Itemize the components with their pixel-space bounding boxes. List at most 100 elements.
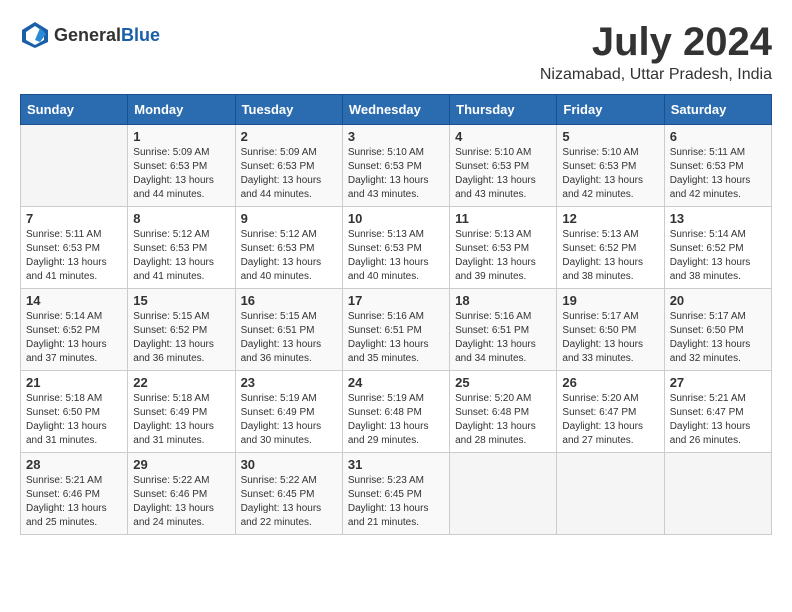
calendar-week-row: 14Sunrise: 5:14 AM Sunset: 6:52 PM Dayli… — [21, 289, 772, 371]
calendar-cell: 27Sunrise: 5:21 AM Sunset: 6:47 PM Dayli… — [664, 371, 771, 453]
day-info: Sunrise: 5:15 AM Sunset: 6:51 PM Dayligh… — [241, 310, 337, 366]
calendar-body: 1 Sunrise: 5:09 AM Sunset: 6:53 PM Daylig… — [21, 125, 772, 535]
day-info: Sunrise: 5:10 AM Sunset: 6:53 PM Dayligh… — [562, 146, 658, 202]
day-info: Sunrise: 5:13 AM Sunset: 6:53 PM Dayligh… — [348, 228, 444, 284]
day-of-week-header: Thursday — [450, 95, 557, 125]
day-info: Sunrise: 5:09 AM Sunset: 6:53 PM Dayligh… — [241, 146, 337, 202]
day-info: Sunrise: 5:19 AM Sunset: 6:48 PM Dayligh… — [348, 392, 444, 448]
day-number: 29 — [133, 457, 229, 472]
calendar-cell: 5 Sunrise: 5:10 AM Sunset: 6:53 PM Daylig… — [557, 125, 664, 207]
day-info: Sunrise: 5:20 AM Sunset: 6:48 PM Dayligh… — [455, 392, 551, 448]
calendar-cell: 1 Sunrise: 5:09 AM Sunset: 6:53 PM Daylig… — [128, 125, 235, 207]
day-number: 3 — [348, 129, 444, 144]
calendar-cell — [557, 453, 664, 535]
day-number: 13 — [670, 211, 766, 226]
days-of-week-row: SundayMondayTuesdayWednesdayThursdayFrid… — [21, 95, 772, 125]
day-info: Sunrise: 5:15 AM Sunset: 6:52 PM Dayligh… — [133, 310, 229, 366]
day-number: 20 — [670, 293, 766, 308]
day-number: 6 — [670, 129, 766, 144]
logo: GeneralBlue — [20, 20, 160, 50]
calendar-cell: 26 Sunrise: 5:20 AM Sunset: 6:47 PM Dayli… — [557, 371, 664, 453]
day-info: Sunrise: 5:09 AM Sunset: 6:53 PM Dayligh… — [133, 146, 229, 202]
calendar-week-row: 1 Sunrise: 5:09 AM Sunset: 6:53 PM Daylig… — [21, 125, 772, 207]
day-info: Sunrise: 5:19 AM Sunset: 6:49 PM Dayligh… — [241, 392, 337, 448]
day-info: Sunrise: 5:22 AM Sunset: 6:45 PM Dayligh… — [241, 474, 337, 530]
calendar-cell: 29 Sunrise: 5:22 AM Sunset: 6:46 PM Dayli… — [128, 453, 235, 535]
day-number: 10 — [348, 211, 444, 226]
day-number: 8 — [133, 211, 229, 226]
calendar-cell: 20 Sunrise: 5:17 AM Sunset: 6:50 PM Dayli… — [664, 289, 771, 371]
logo-general: General — [54, 25, 121, 45]
calendar-cell: 22 Sunrise: 5:18 AM Sunset: 6:49 PM Dayli… — [128, 371, 235, 453]
calendar-cell: 16 Sunrise: 5:15 AM Sunset: 6:51 PM Dayli… — [235, 289, 342, 371]
calendar-cell — [450, 453, 557, 535]
day-info: Sunrise: 5:13 AM Sunset: 6:53 PM Dayligh… — [455, 228, 551, 284]
calendar-cell: 28Sunrise: 5:21 AM Sunset: 6:46 PM Dayli… — [21, 453, 128, 535]
calendar-cell: 25Sunrise: 5:20 AM Sunset: 6:48 PM Dayli… — [450, 371, 557, 453]
day-info: Sunrise: 5:21 AM Sunset: 6:46 PM Dayligh… — [26, 474, 122, 530]
day-info: Sunrise: 5:23 AM Sunset: 6:45 PM Dayligh… — [348, 474, 444, 530]
calendar-week-row: 21Sunrise: 5:18 AM Sunset: 6:50 PM Dayli… — [21, 371, 772, 453]
day-number: 2 — [241, 129, 337, 144]
calendar-cell: 10 Sunrise: 5:13 AM Sunset: 6:53 PM Dayli… — [342, 207, 449, 289]
day-number: 18 — [455, 293, 551, 308]
day-number: 4 — [455, 129, 551, 144]
day-number: 27 — [670, 375, 766, 390]
calendar-cell — [21, 125, 128, 207]
day-of-week-header: Tuesday — [235, 95, 342, 125]
day-number: 16 — [241, 293, 337, 308]
day-info: Sunrise: 5:18 AM Sunset: 6:49 PM Dayligh… — [133, 392, 229, 448]
day-number: 15 — [133, 293, 229, 308]
calendar-cell: 21Sunrise: 5:18 AM Sunset: 6:50 PM Dayli… — [21, 371, 128, 453]
calendar-cell: 23 Sunrise: 5:19 AM Sunset: 6:49 PM Dayli… — [235, 371, 342, 453]
calendar-cell: 31 Sunrise: 5:23 AM Sunset: 6:45 PM Dayli… — [342, 453, 449, 535]
day-info: Sunrise: 5:18 AM Sunset: 6:50 PM Dayligh… — [26, 392, 122, 448]
day-number: 12 — [562, 211, 658, 226]
day-number: 31 — [348, 457, 444, 472]
day-info: Sunrise: 5:17 AM Sunset: 6:50 PM Dayligh… — [670, 310, 766, 366]
day-of-week-header: Saturday — [664, 95, 771, 125]
day-info: Sunrise: 5:10 AM Sunset: 6:53 PM Dayligh… — [455, 146, 551, 202]
calendar-cell: 2 Sunrise: 5:09 AM Sunset: 6:53 PM Daylig… — [235, 125, 342, 207]
day-info: Sunrise: 5:12 AM Sunset: 6:53 PM Dayligh… — [133, 228, 229, 284]
day-number: 23 — [241, 375, 337, 390]
month-year: July 2024 — [540, 20, 772, 64]
day-number: 1 — [133, 129, 229, 144]
calendar-cell: 12Sunrise: 5:13 AM Sunset: 6:52 PM Dayli… — [557, 207, 664, 289]
day-info: Sunrise: 5:14 AM Sunset: 6:52 PM Dayligh… — [670, 228, 766, 284]
day-number: 17 — [348, 293, 444, 308]
day-info: Sunrise: 5:22 AM Sunset: 6:46 PM Dayligh… — [133, 474, 229, 530]
day-info: Sunrise: 5:11 AM Sunset: 6:53 PM Dayligh… — [26, 228, 122, 284]
day-of-week-header: Wednesday — [342, 95, 449, 125]
day-number: 19 — [562, 293, 658, 308]
calendar-cell: 19 Sunrise: 5:17 AM Sunset: 6:50 PM Dayli… — [557, 289, 664, 371]
day-number: 9 — [241, 211, 337, 226]
day-number: 7 — [26, 211, 122, 226]
calendar-cell: 9Sunrise: 5:12 AM Sunset: 6:53 PM Daylig… — [235, 207, 342, 289]
calendar-cell: 6Sunrise: 5:11 AM Sunset: 6:53 PM Daylig… — [664, 125, 771, 207]
calendar-week-row: 28Sunrise: 5:21 AM Sunset: 6:46 PM Dayli… — [21, 453, 772, 535]
calendar-cell: 30Sunrise: 5:22 AM Sunset: 6:45 PM Dayli… — [235, 453, 342, 535]
day-number: 24 — [348, 375, 444, 390]
calendar-cell: 13 Sunrise: 5:14 AM Sunset: 6:52 PM Dayli… — [664, 207, 771, 289]
calendar-cell: 7 Sunrise: 5:11 AM Sunset: 6:53 PM Daylig… — [21, 207, 128, 289]
calendar-cell — [664, 453, 771, 535]
calendar-cell: 4 Sunrise: 5:10 AM Sunset: 6:53 PM Daylig… — [450, 125, 557, 207]
calendar-cell: 17Sunrise: 5:16 AM Sunset: 6:51 PM Dayli… — [342, 289, 449, 371]
day-of-week-header: Friday — [557, 95, 664, 125]
day-number: 5 — [562, 129, 658, 144]
header: GeneralBlue July 2024 Nizamabad, Uttar P… — [20, 20, 772, 84]
calendar-cell: 15 Sunrise: 5:15 AM Sunset: 6:52 PM Dayli… — [128, 289, 235, 371]
day-number: 11 — [455, 211, 551, 226]
day-info: Sunrise: 5:20 AM Sunset: 6:47 PM Dayligh… — [562, 392, 658, 448]
calendar-table: SundayMondayTuesdayWednesdayThursdayFrid… — [20, 94, 772, 535]
day-info: Sunrise: 5:14 AM Sunset: 6:52 PM Dayligh… — [26, 310, 122, 366]
day-number: 22 — [133, 375, 229, 390]
calendar-cell: 24 Sunrise: 5:19 AM Sunset: 6:48 PM Dayli… — [342, 371, 449, 453]
day-number: 26 — [562, 375, 658, 390]
title-area: July 2024 Nizamabad, Uttar Pradesh, Indi… — [540, 20, 772, 84]
location: Nizamabad, Uttar Pradesh, India — [540, 66, 772, 84]
calendar-header: SundayMondayTuesdayWednesdayThursdayFrid… — [21, 95, 772, 125]
day-info: Sunrise: 5:17 AM Sunset: 6:50 PM Dayligh… — [562, 310, 658, 366]
day-info: Sunrise: 5:10 AM Sunset: 6:53 PM Dayligh… — [348, 146, 444, 202]
